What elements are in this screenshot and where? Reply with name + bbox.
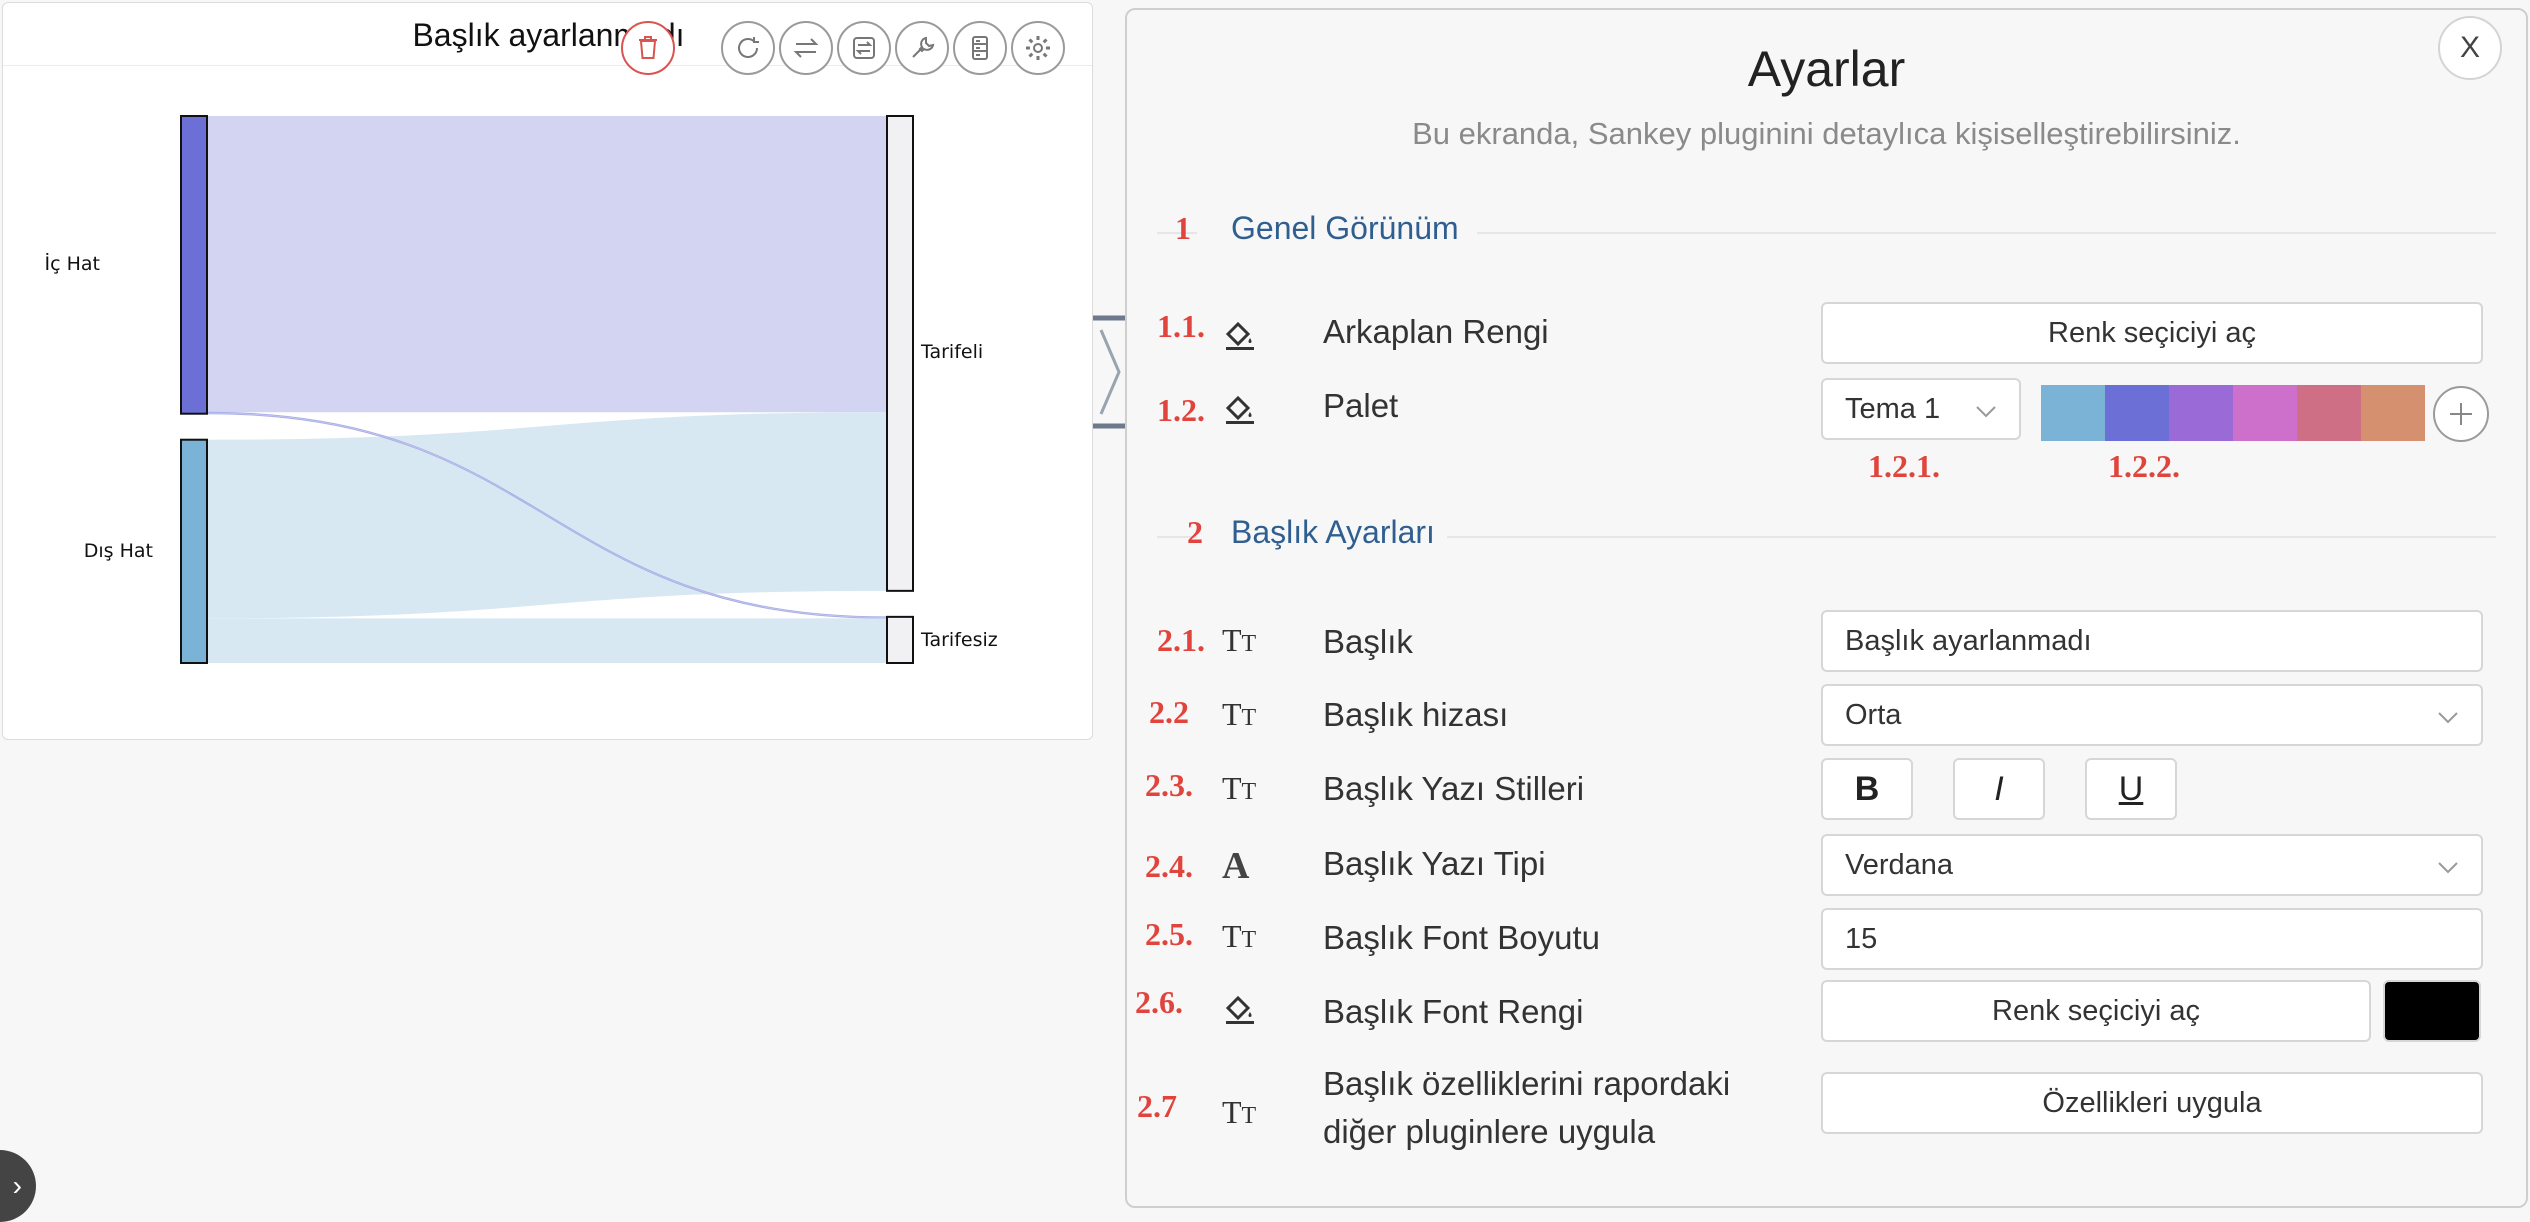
panel-collapse-handle[interactable] [1091,312,1127,432]
chevron-down-icon [2438,862,2458,874]
title-input[interactable]: Başlık ayarlanmadı [1821,610,2483,672]
palette-select-value: Tema 1 [1845,392,1941,425]
palette-swatch[interactable] [2041,385,2105,441]
swap-icon [793,38,819,58]
row-label-title-styles: Başlık Yazı Stilleri [1323,770,1585,807]
palette-select[interactable]: Tema 1 [1821,378,2021,440]
expand-sidebar-button[interactable]: › [0,1150,36,1222]
title-font-size-input[interactable]: 15 [1821,908,2483,970]
paint-bucket-icon [1225,995,1254,1024]
chart-card: Başlık ayarlanmadı İç Hat Dış Hat Tarife… [2,2,1093,740]
annotation: 2.2 [1149,694,1189,730]
node-label-tarifesiz: Tarifesiz [920,629,998,651]
plus-icon [2450,403,2472,425]
sankey-chart: İç Hat Dış Hat Tarifeli Tarifesiz [45,115,998,665]
row-label-background-color: Arkaplan Rengi [1323,313,1549,350]
bold-button[interactable]: B [1821,758,1913,820]
palette-swatch[interactable] [2361,385,2425,441]
section-number: 2 [1187,514,1203,550]
row-label-title-font: Başlık Yazı Tipi [1323,845,1546,882]
row-label-apply-line1: Başlık özelliklerini rapordaki [1323,1065,1731,1102]
node-label-dis-hat: Dış Hat [84,540,153,562]
palette-swatch[interactable] [2233,385,2297,441]
sankey-link [207,618,887,663]
apply-properties-button[interactable]: Özellikleri uygula [1821,1072,2483,1134]
chevron-down-icon [2438,712,2458,724]
row-label-title: Başlık [1323,623,1413,660]
sankey-node [886,115,914,592]
font-color-preview[interactable] [2383,980,2481,1042]
font-color-picker-button[interactable]: Renk seçiciyi aç [1821,980,2371,1042]
wrench-icon [912,36,935,58]
palette-swatch[interactable] [2169,385,2233,441]
row-label-title-align: Başlık hizası [1323,696,1509,733]
row-label-palette: Palet [1323,387,1399,424]
panel-subtitle: Bu ekranda, Sankey pluginini detaylıca k… [1412,116,2241,151]
row-label-title-font-color: Başlık Font Rengi [1323,993,1584,1030]
paint-bucket-icon [1225,321,1254,350]
sankey-link [207,116,887,413]
italic-button[interactable]: I [1953,758,2045,820]
node-label-ic-hat: İç Hat [45,252,100,275]
annotation: 1.1. [1157,308,1205,344]
font-icon: A [1222,845,1250,887]
palette-swatches[interactable] [2041,385,2425,441]
annotation: 1.2.1. [1868,448,1940,484]
section-title-settings: 2 Başlık Ayarları [1157,514,2496,558]
annotation: 2.4. [1145,848,1193,884]
row-label-apply: Başlık özelliklerini rapordaki diğer plu… [1323,1060,1730,1156]
text-size-icon: TT [1222,918,1257,954]
row-label-title-font-size: Başlık Font Boyutu [1323,919,1600,956]
text-size-icon: TT [1222,1094,1257,1130]
title-font-select[interactable]: Verdana [1821,834,2483,896]
text-size-icon: TT [1222,696,1257,732]
annotation: 2.7 [1137,1088,1177,1124]
text-size-icon: TT [1222,622,1257,658]
chevron-right-icon: › [12,1170,22,1201]
title-font-value: Verdana [1845,848,1954,881]
text-size-icon: TT [1222,770,1257,806]
sankey-node [886,615,914,665]
gear-icon [1026,36,1050,60]
annotation: 2.3. [1145,767,1193,803]
palette-swatch[interactable] [2105,385,2169,441]
section-divider [1477,232,2496,234]
title-align-value: Orta [1845,698,1902,731]
underline-button[interactable]: U [2085,758,2177,820]
sankey-node [180,115,208,415]
section-divider [1447,536,2496,538]
chevron-down-icon [1976,406,1996,418]
row-label-apply-line2: diğer pluginlere uygula [1323,1113,1656,1150]
trash-icon [639,36,657,59]
annotation: 2.1. [1157,622,1205,658]
section-number: 1 [1175,210,1191,246]
palette-swatch[interactable] [2297,385,2361,441]
add-palette-button[interactable] [2433,386,2489,442]
section-general: 1 Genel Görünüm [1157,210,2496,254]
paint-bucket-icon [1225,395,1254,424]
annotation: 2.5. [1145,916,1193,952]
settings-panel: X Ayarlar Bu ekranda, Sankey pluginini d… [1125,8,2528,1208]
bg-color-picker-button[interactable]: Renk seçiciyi aç [1821,302,2483,364]
panel-title: Ayarlar [1747,41,1906,97]
sankey-node [180,438,208,665]
annotation: 1.2.2. [2108,448,2180,484]
title-align-select[interactable]: Orta [1821,684,2483,746]
annotation: 1.2. [1157,392,1205,428]
annotation: 2.6. [1135,984,1183,1020]
switch-icon [853,37,875,59]
node-label-tarifeli: Tarifeli [920,341,983,363]
section-title: Genel Görünüm [1231,210,1459,246]
section-title: Başlık Ayarları [1231,514,1435,550]
sankey-links [206,116,888,663]
refresh-icon [738,37,759,58]
data-icon [972,36,988,60]
